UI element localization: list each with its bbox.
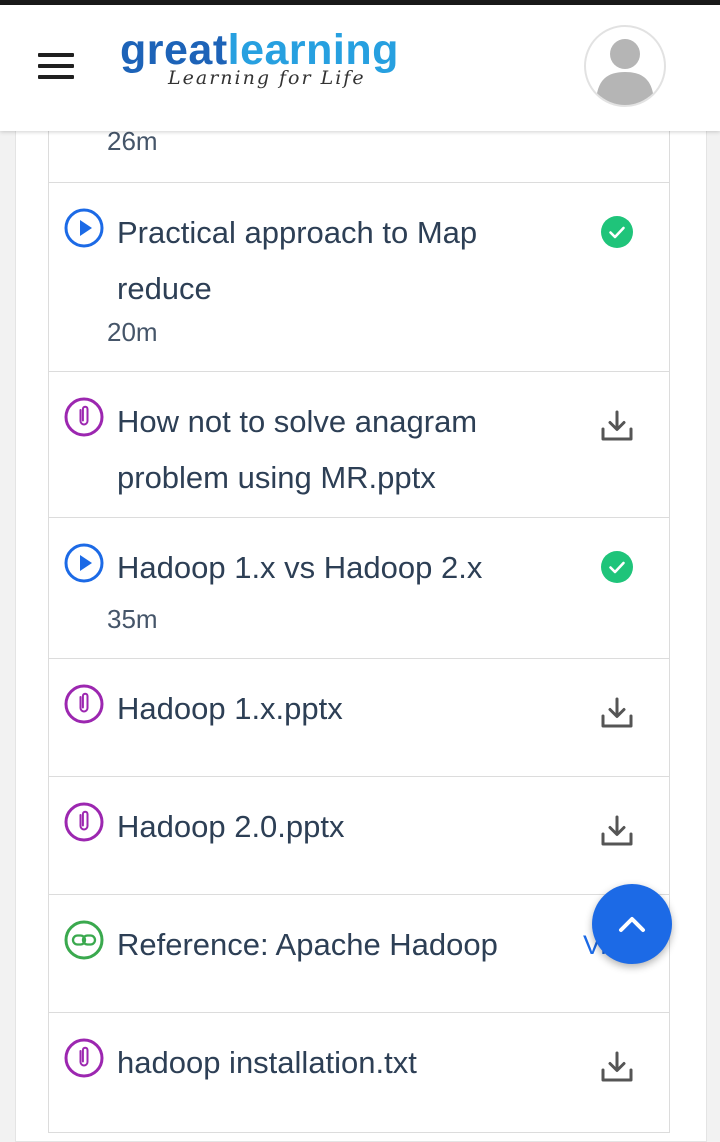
list-item-attachment[interactable]: Hadoop 2.0.pptx — [48, 777, 670, 895]
paperclip-icon — [64, 1038, 104, 1078]
link-icon — [64, 920, 104, 960]
item-title[interactable]: Hadoop 1.x.pptx — [117, 681, 537, 737]
item-title[interactable]: Hadoop 2.0.pptx — [117, 799, 537, 855]
paperclip-icon — [64, 397, 104, 437]
list-item-attachment[interactable]: How not to solve anagram problem using M… — [48, 372, 670, 518]
download-icon[interactable] — [599, 695, 635, 731]
greatlearning-logo[interactable]: greatlearning Learning for Life — [120, 27, 399, 89]
list-item-attachment[interactable]: Hadoop 1.x.pptx — [48, 659, 670, 777]
check-circle-icon — [601, 551, 633, 583]
item-title[interactable]: hadoop installation.txt — [117, 1035, 537, 1091]
download-icon[interactable] — [599, 813, 635, 849]
paperclip-icon — [64, 684, 104, 724]
list-item-attachment[interactable]: hadoop installation.txt — [48, 1013, 670, 1133]
hamburger-menu-icon[interactable] — [38, 53, 74, 79]
chevron-up-icon — [619, 917, 645, 932]
check-circle-icon — [601, 216, 633, 248]
item-title[interactable]: How not to solve anagram problem using M… — [117, 394, 537, 506]
item-title[interactable]: Practical approach to Map reduce — [117, 205, 537, 317]
play-circle-icon — [64, 208, 104, 248]
scroll-to-top-button[interactable] — [592, 884, 672, 964]
download-icon[interactable] — [599, 1049, 635, 1085]
app-header: greatlearning Learning for Life — [0, 5, 720, 131]
list-item-video[interactable]: Hadoop 1.x vs Hadoop 2.x 35m — [48, 518, 670, 659]
list-item-video[interactable]: Practical approach to Map reduce 20m — [48, 183, 670, 372]
item-title[interactable]: Reference: Apache Hadoop — [117, 917, 537, 973]
paperclip-icon — [64, 802, 104, 842]
download-icon[interactable] — [599, 408, 635, 444]
user-avatar-icon[interactable] — [584, 25, 666, 107]
logo-tagline: Learning for Life — [168, 67, 366, 89]
item-title[interactable]: Hadoop 1.x vs Hadoop 2.x — [117, 540, 537, 596]
content-list: 26m Practical approach to Map reduce 20m… — [48, 100, 670, 1133]
item-duration: 35m — [107, 604, 158, 634]
item-duration: 20m — [107, 317, 158, 347]
play-circle-icon — [64, 543, 104, 583]
list-item-link[interactable]: Reference: Apache Hadoop Vi — [48, 895, 670, 1013]
